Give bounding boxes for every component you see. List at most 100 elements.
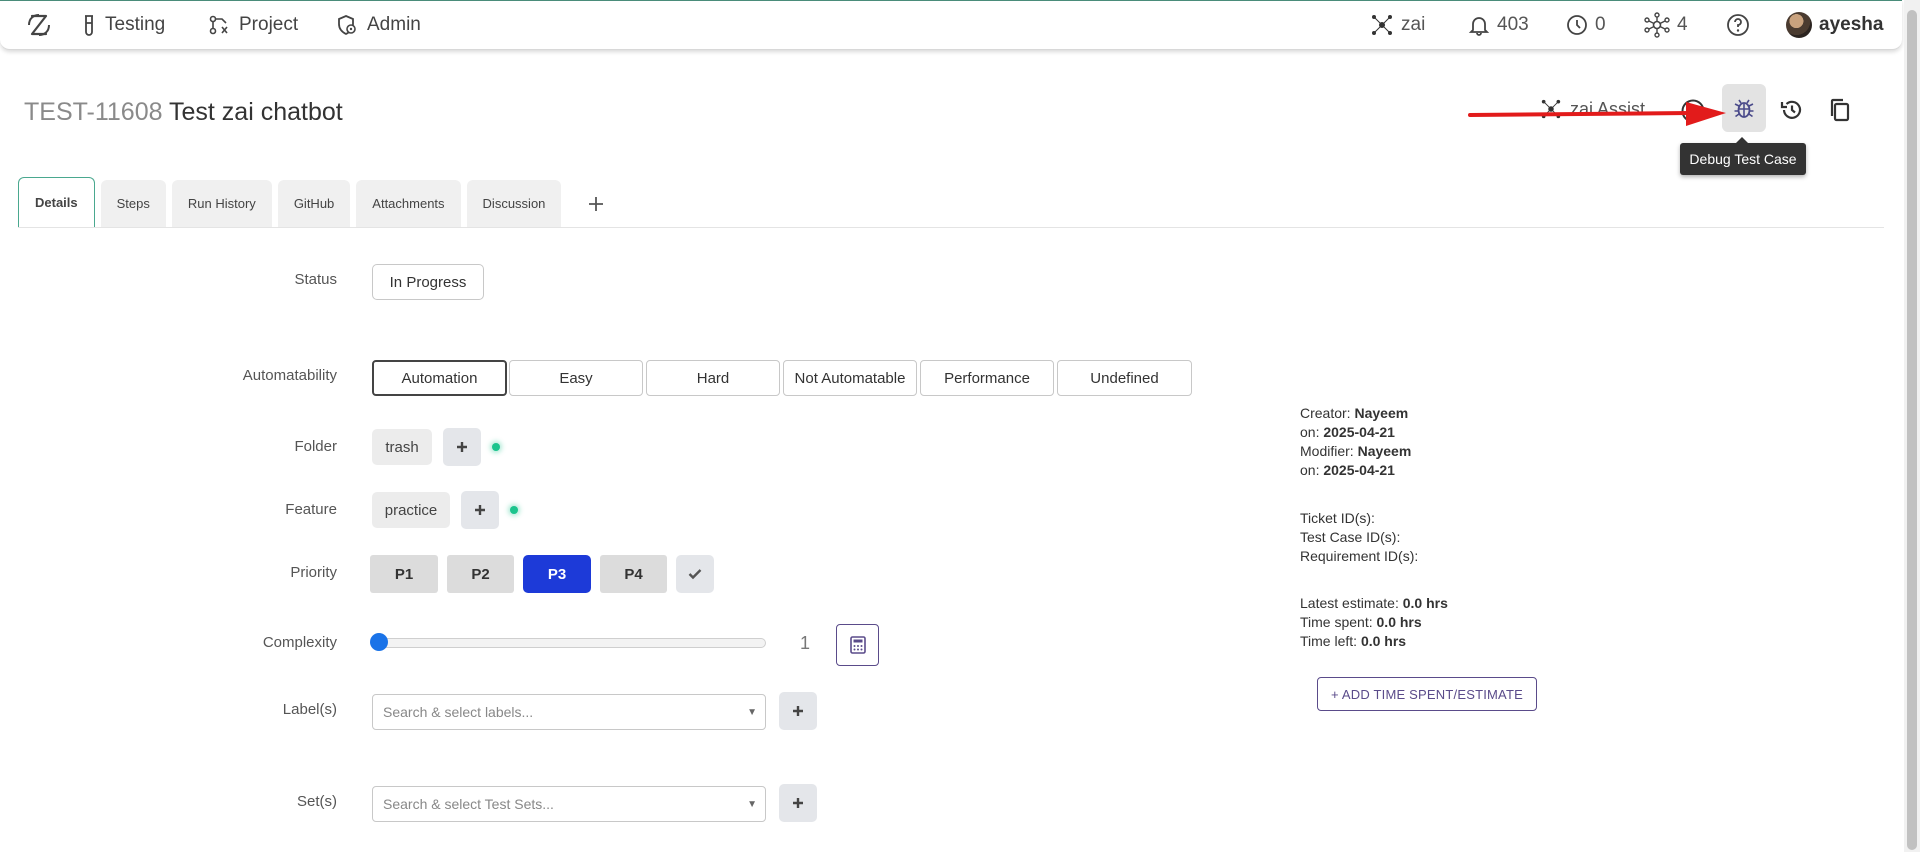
add-time-spent-button[interactable]: + ADD TIME SPENT/ESTIMATE <box>1317 677 1537 711</box>
feature-label: Feature <box>285 501 337 518</box>
labels-select[interactable]: Search & select labels... ▼ <box>372 694 766 730</box>
labels-select-placeholder: Search & select labels... <box>383 704 534 720</box>
time-info: Latest estimate: 0.0 hrs Time spent: 0.0… <box>1300 594 1448 651</box>
complexity-slider-track[interactable] <box>378 638 766 648</box>
add-feature-button[interactable] <box>461 491 499 529</box>
history-button[interactable] <box>1772 90 1812 130</box>
chevron-down-icon: ▼ <box>747 799 757 810</box>
automatability-option-hard[interactable]: Hard <box>646 360 780 396</box>
sets-select-placeholder: Search & select Test Sets... <box>383 796 554 812</box>
complexity-calculator-button[interactable] <box>836 624 879 666</box>
created-on-date: 2025-04-21 <box>1323 424 1395 440</box>
tab-bar: Details Steps Run History GitHub Attachm… <box>18 177 611 227</box>
status-label: Status <box>294 271 337 288</box>
nav-project[interactable]: Project <box>208 1 298 49</box>
plus-icon <box>793 706 803 716</box>
modified-on-date: 2025-04-21 <box>1323 462 1395 478</box>
notifications-button[interactable]: 403 <box>1468 1 1529 49</box>
creator-info: Creator: Nayeem on: 2025-04-21 Modifier:… <box>1300 404 1411 480</box>
time-spent-label: Time spent: <box>1300 614 1373 630</box>
nav-testing[interactable]: Testing <box>82 1 165 49</box>
help-icon <box>1727 14 1749 36</box>
user-menu[interactable]: ayesha <box>1786 1 1883 49</box>
admin-icon <box>338 15 356 36</box>
automatability-option-undefined[interactable]: Undefined <box>1057 360 1192 396</box>
logo-icon <box>28 14 50 36</box>
red-arrow-annotation <box>1468 102 1726 126</box>
nav-zai[interactable]: zai <box>1370 1 1425 49</box>
tabs-divider <box>18 227 1884 228</box>
automatability-option-performance[interactable]: Performance <box>920 360 1054 396</box>
priority-p2-button[interactable]: P2 <box>447 555 514 593</box>
avatar <box>1786 12 1812 38</box>
complexity-label: Complexity <box>262 634 337 651</box>
automatability-label: Automatability <box>242 367 337 384</box>
ids-info: Ticket ID(s): Test Case ID(s): Requireme… <box>1300 509 1418 566</box>
priority-p1-button[interactable]: P1 <box>370 555 438 593</box>
tab-details[interactable]: Details <box>18 177 95 227</box>
timer-button[interactable]: 0 <box>1566 1 1606 49</box>
debug-tooltip: Debug Test Case <box>1680 137 1806 175</box>
test-key: TEST-11608 <box>24 98 163 126</box>
page-scrollbar-thumb[interactable] <box>1907 10 1917 850</box>
automatability-option-not-automatable[interactable]: Not Automatable <box>783 360 917 396</box>
app-logo[interactable] <box>26 1 52 49</box>
zai-icon <box>1372 15 1392 35</box>
time-left-label: Time left: <box>1300 633 1358 649</box>
priority-confirm-button[interactable] <box>676 555 714 593</box>
priority-p4-button[interactable]: P4 <box>600 555 667 593</box>
copy-icon <box>1830 98 1850 122</box>
time-spent-value: 0.0 hrs <box>1376 614 1422 630</box>
folder-label: Folder <box>294 438 337 455</box>
history-icon <box>1780 100 1802 119</box>
sets-label: Set(s) <box>296 793 337 810</box>
flask-icon <box>85 15 93 36</box>
automatability-option-easy[interactable]: Easy <box>509 360 643 396</box>
add-set-button[interactable] <box>779 784 817 822</box>
debug-test-case-button[interactable] <box>1722 84 1766 132</box>
test-title: Test zai chatbot <box>169 98 343 126</box>
nav-admin[interactable]: Admin <box>336 1 421 49</box>
ticket-ids-label: Ticket ID(s): <box>1300 510 1375 526</box>
tab-steps[interactable]: Steps <box>100 180 166 227</box>
feature-chip[interactable]: practice <box>372 492 450 528</box>
modifier-name: Nayeem <box>1357 443 1412 459</box>
tab-github[interactable]: GitHub <box>277 180 351 227</box>
automatability-option-automation[interactable]: Automation <box>372 360 507 396</box>
copy-button[interactable] <box>1820 90 1860 130</box>
nav-project-label: Project <box>239 14 299 35</box>
folder-chip[interactable]: trash <box>372 429 432 465</box>
tab-discussion[interactable]: Discussion <box>466 180 562 227</box>
network-button[interactable]: 4 <box>1644 1 1688 49</box>
complexity-value: 1 <box>800 633 811 653</box>
time-left-value: 0.0 hrs <box>1360 633 1407 649</box>
folder-status-dot <box>492 443 500 451</box>
status-button[interactable]: In Progress <box>372 264 484 300</box>
plus-icon <box>457 442 467 452</box>
add-tab-button[interactable] <box>581 180 611 227</box>
add-label-button[interactable] <box>779 692 817 730</box>
sets-select[interactable]: Search & select Test Sets... ▼ <box>372 786 766 822</box>
modified-on-label: on: <box>1300 462 1320 478</box>
tab-attachments[interactable]: Attachments <box>356 180 461 227</box>
check-icon <box>688 569 702 580</box>
plus-icon <box>793 798 803 808</box>
nav-admin-label: Admin <box>367 14 421 35</box>
plus-icon <box>589 196 604 211</box>
notifications-count: 403 <box>1497 14 1529 35</box>
latest-estimate-label: Latest estimate: <box>1300 595 1399 611</box>
help-button[interactable] <box>1726 1 1750 49</box>
labels-label: Label(s) <box>282 701 337 718</box>
complexity-slider-thumb[interactable] <box>370 633 388 651</box>
chevron-down-icon: ▼ <box>747 707 757 718</box>
top-navbar: Testing Project Admin zai 403 0 4 ayesha <box>0 0 1902 50</box>
modifier-label: Modifier: <box>1300 443 1354 459</box>
priority-label: Priority <box>290 564 337 581</box>
nav-testing-label: Testing <box>105 14 166 35</box>
bug-icon <box>1734 99 1754 118</box>
add-folder-button[interactable] <box>443 428 481 466</box>
priority-p3-button[interactable]: P3 <box>523 555 591 593</box>
created-on-label: on: <box>1300 424 1320 440</box>
network-icon <box>1644 12 1670 38</box>
tab-run-history[interactable]: Run History <box>171 180 272 227</box>
